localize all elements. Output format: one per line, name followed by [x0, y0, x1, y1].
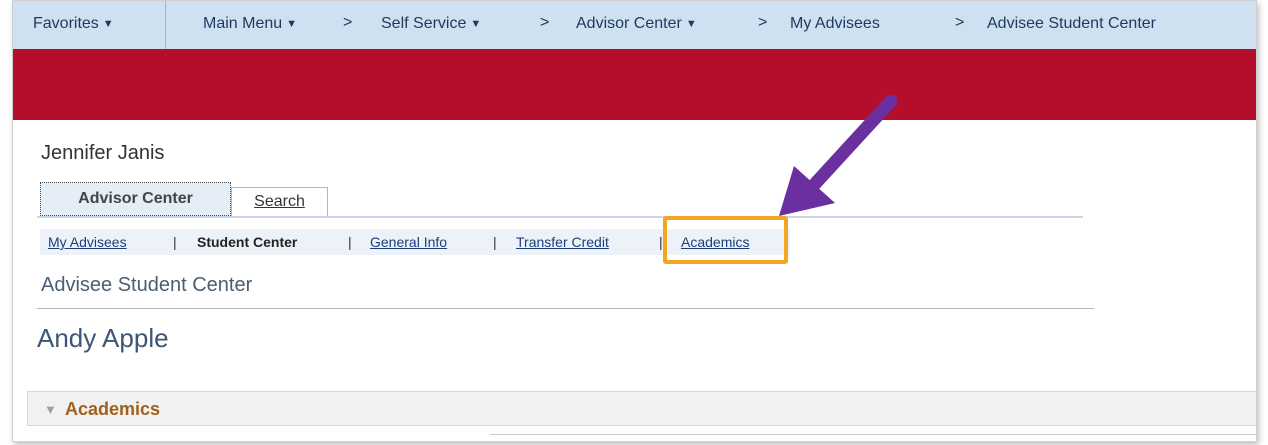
breadcrumb-separator: > [955, 14, 965, 31]
subnav-student-center: Student Center [197, 234, 298, 250]
tab-advisor-center[interactable]: Advisor Center [40, 182, 231, 216]
subtitle-rule [37, 308, 1094, 309]
content-border [490, 434, 1256, 435]
breadcrumb-self-service[interactable]: Self Service ▼ [381, 15, 481, 33]
breadcrumb-separator: > [540, 14, 550, 31]
student-name: Andy Apple [37, 323, 169, 353]
subnav-general-info[interactable]: General Info [370, 234, 447, 250]
academics-section-header[interactable]: ▼ Academics [27, 391, 1256, 426]
tab-search[interactable]: Search [231, 187, 328, 216]
subnav-separator: | [348, 234, 352, 250]
favorites-menu[interactable]: Favorites ▼ [33, 15, 114, 33]
breadcrumb-my-advisees[interactable]: My Advisees [790, 15, 880, 33]
chevron-down-icon: ▼ [102, 17, 114, 30]
subnav-separator: | [493, 234, 497, 250]
collapse-triangle-icon[interactable]: ▼ [44, 402, 57, 417]
header-banner [13, 49, 1256, 120]
chevron-down-icon: ▼ [286, 17, 298, 30]
top-navigation-bar: Favorites ▼ Main Menu ▼ > Self Service ▼ > … [13, 1, 1256, 50]
tab-underline [37, 216, 1083, 218]
section-title: Academics [65, 399, 161, 419]
breadcrumb-advisee-student-center[interactable]: Advisee Student Center [987, 15, 1156, 33]
academics-highlight-box [663, 216, 788, 264]
app-window: Favorites ▼ Main Menu ▼ > Self Service ▼ > … [12, 0, 1257, 442]
breadcrumb-separator: > [343, 14, 353, 31]
chevron-down-icon: ▼ [470, 17, 482, 30]
breadcrumb-separator: > [758, 14, 768, 31]
main-menu[interactable]: Main Menu ▼ [203, 15, 297, 33]
chevron-down-icon: ▼ [685, 17, 697, 30]
page-subtitle: Advisee Student Center [41, 274, 253, 296]
subnav-my-advisees[interactable]: My Advisees [48, 234, 127, 250]
nav-divider [165, 1, 166, 49]
user-name: Jennifer Janis [41, 142, 165, 164]
breadcrumb-advisor-center[interactable]: Advisor Center ▼ [576, 15, 697, 33]
subnav-separator: | [173, 234, 177, 250]
subnav-transfer-credit[interactable]: Transfer Credit [516, 234, 609, 250]
